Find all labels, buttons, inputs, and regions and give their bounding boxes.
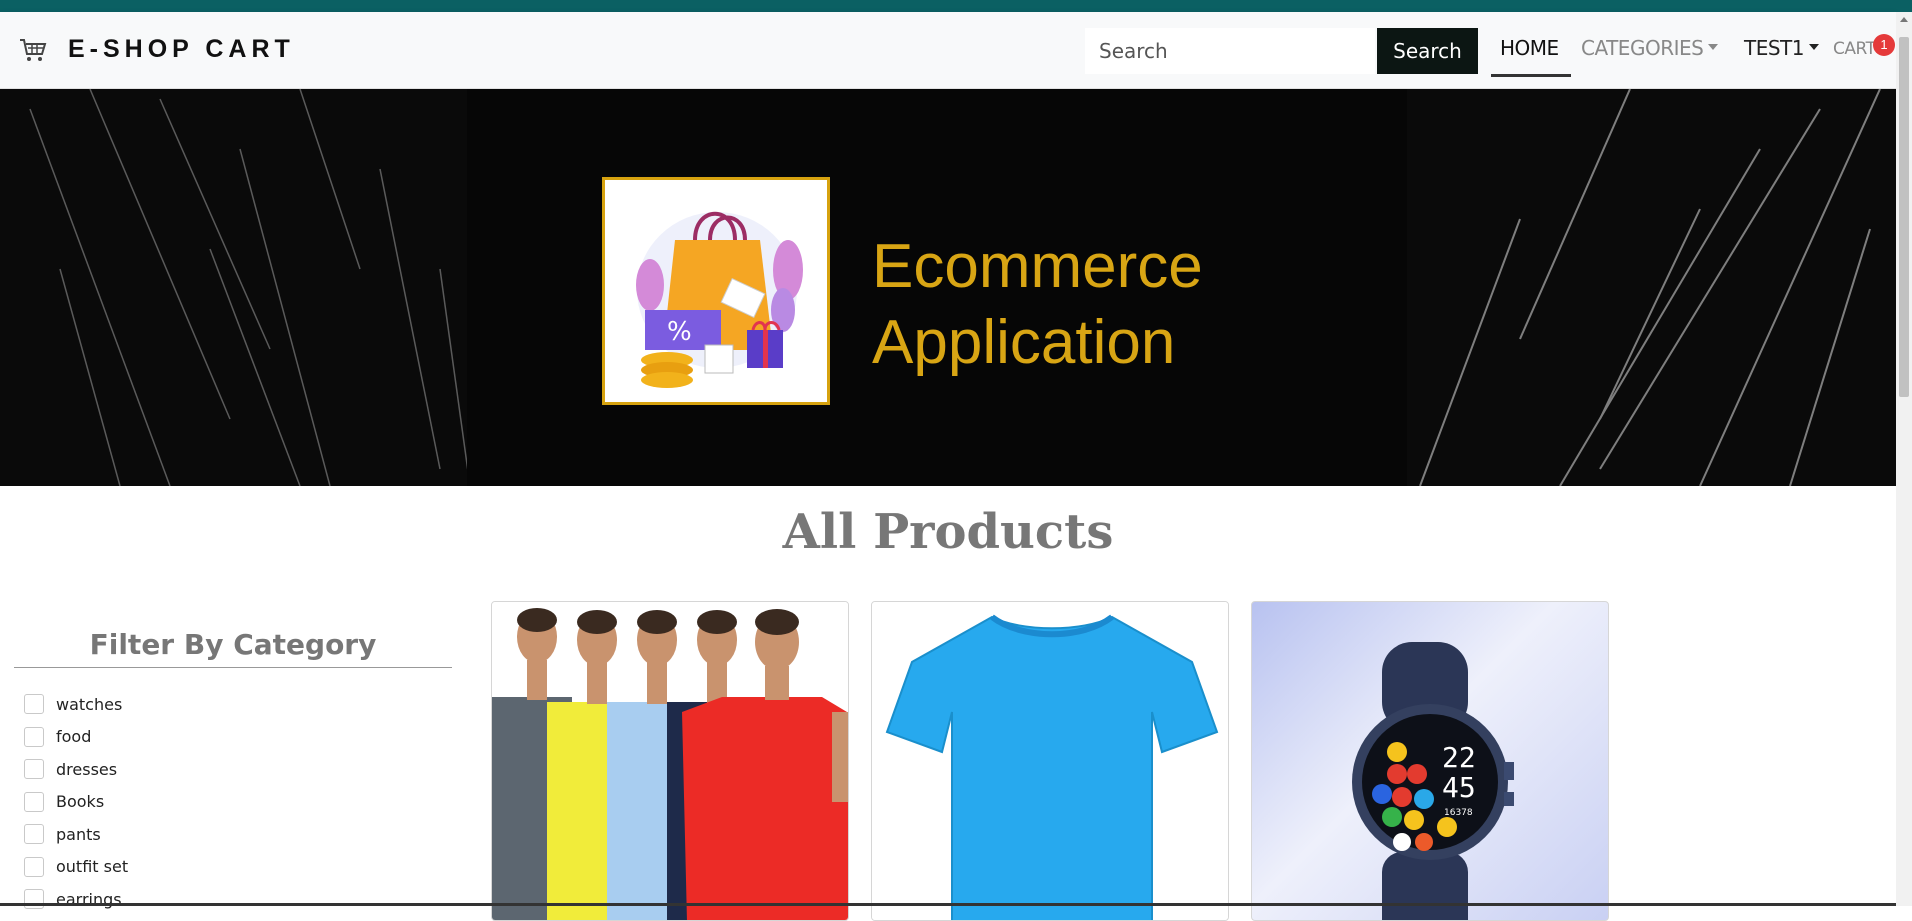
category-checkbox[interactable] (24, 856, 44, 877)
product-card[interactable]: 22 45 16378 (1251, 601, 1609, 921)
category-label: food (56, 727, 92, 747)
nav-home-link[interactable]: HOME (1500, 36, 1559, 60)
shopping-cart-icon (20, 39, 47, 61)
svg-text:45: 45 (1442, 771, 1476, 804)
category-item[interactable]: pants (24, 818, 128, 851)
category-label: outfit set (56, 857, 129, 877)
category-label: pants (56, 824, 101, 844)
hero-title-line-1: Ecommerce (872, 232, 1203, 301)
category-item[interactable]: earrings (24, 883, 128, 916)
category-checkbox[interactable] (24, 694, 44, 715)
category-item[interactable]: food (24, 721, 128, 754)
nav-categories-dropdown[interactable]: CATEGORIES (1581, 36, 1719, 60)
product-image-group-tshirts (492, 602, 848, 920)
svg-text:16378: 16378 (1444, 808, 1473, 818)
nav-cart-link[interactable]: CART (1833, 39, 1876, 59)
cart-count-badge: 1 (1873, 34, 1895, 56)
product-image-smartwatch: 22 45 16378 (1352, 642, 1514, 920)
brand-name: E-SHOP CART (68, 34, 295, 63)
category-label: dresses (56, 759, 118, 779)
page-title: All Products (782, 504, 1114, 560)
category-label: watches (56, 694, 123, 714)
active-link-underline (1491, 74, 1571, 77)
category-label: Books (56, 792, 105, 812)
brand[interactable]: E-SHOP CART (18, 34, 295, 64)
nav-categories-label: CATEGORIES (1581, 36, 1704, 60)
scroll-up-arrow-icon[interactable] (1900, 17, 1908, 22)
product-card[interactable] (871, 601, 1229, 921)
navbar: E-SHOP CART Search HOME CATEGORIES TEST1… (0, 12, 1896, 89)
search-button[interactable]: Search (1377, 28, 1478, 74)
filter-title: Filter By Category (89, 628, 377, 661)
category-checkbox[interactable] (24, 759, 44, 780)
search-input[interactable] (1085, 28, 1375, 74)
category-list: watches food dresses Books pants outfit … (24, 688, 128, 916)
category-item[interactable]: dresses (24, 753, 128, 786)
hero-title: Ecommerce Application (872, 229, 1203, 381)
svg-text:22: 22 (1442, 741, 1476, 774)
category-checkbox[interactable] (24, 791, 44, 812)
category-item[interactable]: watches (24, 688, 128, 721)
caret-down-icon (1708, 43, 1719, 50)
hero-banner: % Ecommerce Application (0, 89, 1896, 486)
filter-divider (14, 667, 452, 668)
nav-user-label: TEST1 (1744, 36, 1805, 60)
nav-user-dropdown[interactable]: TEST1 (1744, 36, 1819, 60)
scrollbar-thumb[interactable] (1899, 37, 1909, 397)
svg-text:%: % (667, 317, 692, 347)
category-item[interactable]: Books (24, 786, 128, 819)
category-item[interactable]: outfit set (24, 851, 128, 884)
shopping-bag-illustration: % (602, 177, 830, 405)
hero-title-line-2: Application (872, 308, 1176, 377)
product-card[interactable] (491, 601, 849, 921)
top-strip (0, 0, 1912, 12)
product-image-blue-tshirt (872, 602, 1228, 920)
category-checkbox[interactable] (24, 889, 44, 910)
category-checkbox[interactable] (24, 824, 44, 845)
category-checkbox[interactable] (24, 726, 44, 747)
caret-down-icon (1809, 43, 1819, 50)
page-scrollbar[interactable] (1896, 12, 1912, 906)
